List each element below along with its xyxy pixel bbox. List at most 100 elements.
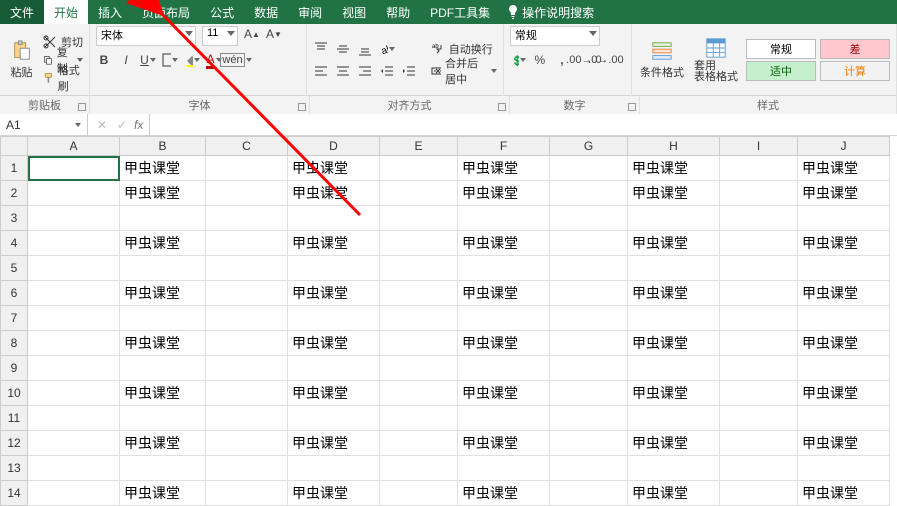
cell-J5[interactable] <box>798 256 890 281</box>
cell-I5[interactable] <box>720 256 798 281</box>
cell-E6[interactable] <box>380 281 458 306</box>
cell-A11[interactable] <box>28 406 120 431</box>
cell-I3[interactable] <box>720 206 798 231</box>
italic-button[interactable]: I <box>118 52 134 68</box>
cell-C10[interactable] <box>206 381 288 406</box>
cell-D3[interactable] <box>288 206 380 231</box>
dialog-launcher-icon[interactable] <box>298 103 306 111</box>
row-header-5[interactable]: 5 <box>0 256 28 281</box>
align-left-button[interactable] <box>313 63 329 79</box>
conditional-format-button[interactable]: 条件格式 <box>638 33 686 87</box>
cell-E5[interactable] <box>380 256 458 281</box>
cell-A9[interactable] <box>28 356 120 381</box>
column-header-C[interactable]: C <box>206 136 288 156</box>
row-header-13[interactable]: 13 <box>0 456 28 481</box>
cell-J2[interactable]: 甲虫课堂 <box>798 181 890 206</box>
cell-style-normal[interactable]: 常规 <box>746 39 816 59</box>
cell-G5[interactable] <box>550 256 628 281</box>
cell-A7[interactable] <box>28 306 120 331</box>
cell-H5[interactable] <box>628 256 720 281</box>
cell-B5[interactable] <box>120 256 206 281</box>
cell-B12[interactable]: 甲虫课堂 <box>120 431 206 456</box>
cell-J12[interactable]: 甲虫课堂 <box>798 431 890 456</box>
cell-C4[interactable] <box>206 231 288 256</box>
row-header-7[interactable]: 7 <box>0 306 28 331</box>
column-header-I[interactable]: I <box>720 136 798 156</box>
cell-J9[interactable] <box>798 356 890 381</box>
cell-I13[interactable] <box>720 456 798 481</box>
cell-A13[interactable] <box>28 456 120 481</box>
cell-C7[interactable] <box>206 306 288 331</box>
cell-G8[interactable] <box>550 331 628 356</box>
cell-I11[interactable] <box>720 406 798 431</box>
align-center-button[interactable] <box>335 63 351 79</box>
cell-F13[interactable] <box>458 456 550 481</box>
cell-I7[interactable] <box>720 306 798 331</box>
cell-E14[interactable] <box>380 481 458 506</box>
cell-G6[interactable] <box>550 281 628 306</box>
font-name-combo[interactable]: 宋体 <box>96 26 196 46</box>
align-middle-button[interactable] <box>335 41 351 57</box>
cell-C2[interactable] <box>206 181 288 206</box>
cell-C8[interactable] <box>206 331 288 356</box>
cell-B4[interactable]: 甲虫课堂 <box>120 231 206 256</box>
cell-C6[interactable] <box>206 281 288 306</box>
select-all-corner[interactable] <box>0 136 28 156</box>
orientation-button[interactable]: ab <box>379 41 395 57</box>
column-header-E[interactable]: E <box>380 136 458 156</box>
column-header-B[interactable]: B <box>120 136 206 156</box>
column-header-D[interactable]: D <box>288 136 380 156</box>
cell-J8[interactable]: 甲虫课堂 <box>798 331 890 356</box>
cell-D7[interactable] <box>288 306 380 331</box>
enter-formula-button[interactable]: ✓ <box>114 117 130 133</box>
row-header-11[interactable]: 11 <box>0 406 28 431</box>
cell-A12[interactable] <box>28 431 120 456</box>
cell-D2[interactable]: 甲虫课堂 <box>288 181 380 206</box>
decrease-decimal-button[interactable]: .0→.00 <box>598 52 614 68</box>
column-header-H[interactable]: H <box>628 136 720 156</box>
fill-color-button[interactable] <box>184 52 200 68</box>
cell-style-bad[interactable]: 差 <box>820 39 890 59</box>
cell-F4[interactable]: 甲虫课堂 <box>458 231 550 256</box>
fx-icon[interactable]: fx <box>134 118 143 132</box>
dialog-launcher-icon[interactable] <box>498 103 506 111</box>
row-header-10[interactable]: 10 <box>0 381 28 406</box>
row-header-12[interactable]: 12 <box>0 431 28 456</box>
cell-J13[interactable] <box>798 456 890 481</box>
cancel-formula-button[interactable]: ✕ <box>94 117 110 133</box>
dialog-launcher-icon[interactable] <box>628 103 636 111</box>
cell-style-calc[interactable]: 计算 <box>820 61 890 81</box>
menu-tab-help[interactable]: 帮助 <box>376 0 420 24</box>
menu-tab-page-layout[interactable]: 页面布局 <box>132 0 200 24</box>
cell-I9[interactable] <box>720 356 798 381</box>
cell-F14[interactable]: 甲虫课堂 <box>458 481 550 506</box>
cell-D10[interactable]: 甲虫课堂 <box>288 381 380 406</box>
cell-F5[interactable] <box>458 256 550 281</box>
decrease-font-button[interactable]: A▼ <box>266 26 282 42</box>
cell-H14[interactable]: 甲虫课堂 <box>628 481 720 506</box>
cell-E13[interactable] <box>380 456 458 481</box>
align-right-button[interactable] <box>357 63 373 79</box>
cell-A10[interactable] <box>28 381 120 406</box>
cell-C5[interactable] <box>206 256 288 281</box>
cell-E1[interactable] <box>380 156 458 181</box>
cell-B3[interactable] <box>120 206 206 231</box>
cell-H12[interactable]: 甲虫课堂 <box>628 431 720 456</box>
cell-B11[interactable] <box>120 406 206 431</box>
cell-F1[interactable]: 甲虫课堂 <box>458 156 550 181</box>
cell-J11[interactable] <box>798 406 890 431</box>
row-header-4[interactable]: 4 <box>0 231 28 256</box>
cell-G2[interactable] <box>550 181 628 206</box>
cell-G14[interactable] <box>550 481 628 506</box>
bold-button[interactable]: B <box>96 52 112 68</box>
cell-F8[interactable]: 甲虫课堂 <box>458 331 550 356</box>
cell-A2[interactable] <box>28 181 120 206</box>
cell-J1[interactable]: 甲虫课堂 <box>798 156 890 181</box>
cell-C14[interactable] <box>206 481 288 506</box>
cell-D8[interactable]: 甲虫课堂 <box>288 331 380 356</box>
cell-B9[interactable] <box>120 356 206 381</box>
column-header-A[interactable]: A <box>28 136 120 156</box>
cell-E9[interactable] <box>380 356 458 381</box>
cell-G12[interactable] <box>550 431 628 456</box>
row-header-1[interactable]: 1 <box>0 156 28 181</box>
